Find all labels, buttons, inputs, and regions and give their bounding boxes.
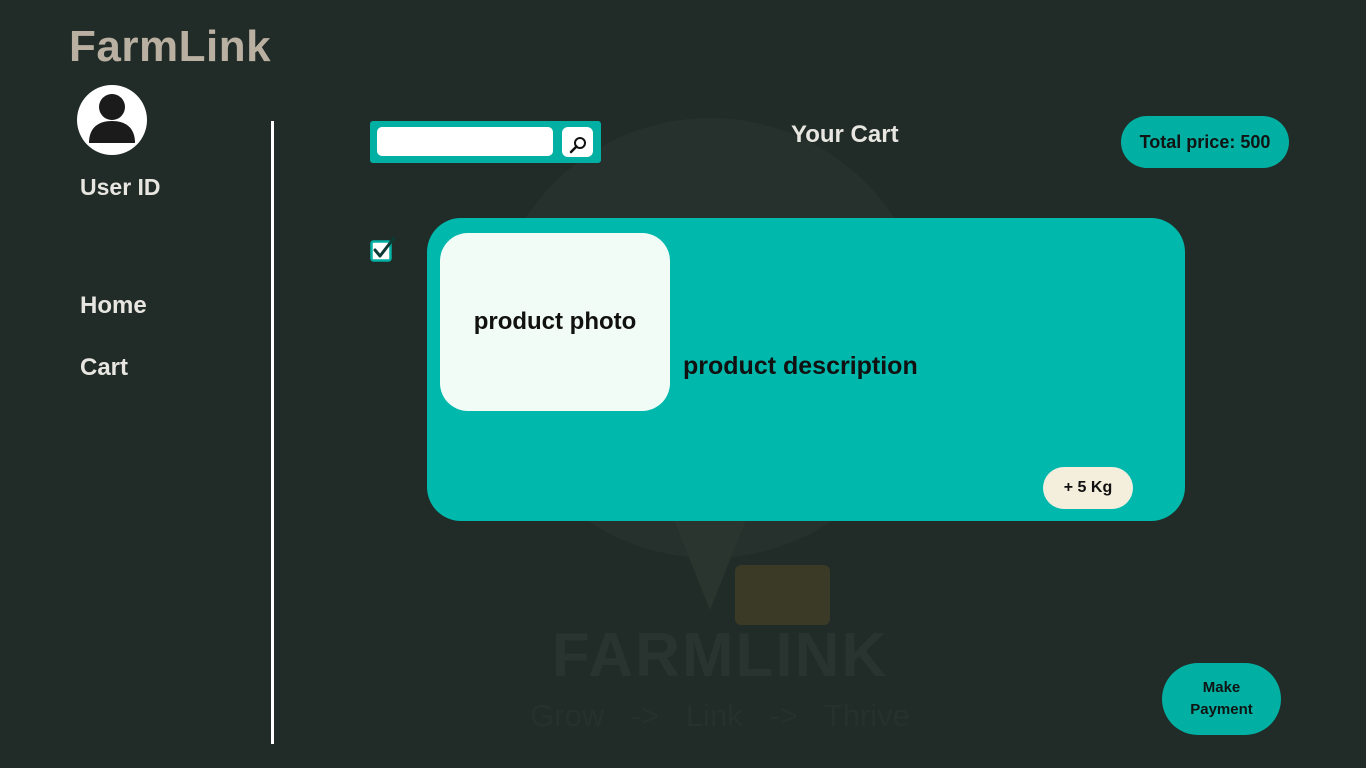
quantity-button[interactable]: + 5 Kg xyxy=(1043,467,1133,509)
search-input[interactable] xyxy=(377,127,553,156)
product-photo: product photo xyxy=(440,233,670,411)
search-button[interactable] xyxy=(562,127,593,157)
brand-title: FarmLink xyxy=(69,22,272,71)
search-bar xyxy=(370,121,601,163)
watermark-box-icon xyxy=(735,565,830,625)
item-select-checkbox[interactable] xyxy=(370,236,396,262)
total-price-badge: Total price: 500 xyxy=(1121,116,1289,168)
make-payment-button[interactable]: Make Payment xyxy=(1162,663,1281,735)
search-icon xyxy=(569,136,586,153)
user-id-label: User ID xyxy=(80,174,161,200)
nav-item-cart[interactable]: Cart xyxy=(80,354,128,382)
sidebar-divider xyxy=(271,121,274,744)
watermark-title: FARMLINK xyxy=(551,621,889,690)
checkbox-checked-icon xyxy=(370,236,396,262)
nav-item-home[interactable]: Home xyxy=(80,292,147,320)
watermark-subtitle: Grow -> Link -> Thrive xyxy=(530,698,910,733)
user-avatar-icon[interactable] xyxy=(77,85,147,155)
cart-item-card[interactable]: product photo product description + 5 Kg xyxy=(427,218,1185,521)
page-title: Your Cart xyxy=(791,121,899,148)
product-description: product description xyxy=(683,352,918,380)
